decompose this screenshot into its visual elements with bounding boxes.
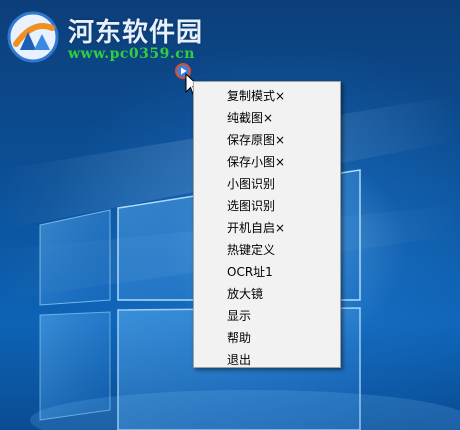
menu-item-screenshot-only[interactable]: 纯截图× [194, 107, 340, 129]
menu-item-help[interactable]: 帮助 [194, 327, 340, 349]
menu-item-exit[interactable]: 退出 [194, 349, 340, 371]
site-logo-icon [7, 11, 59, 63]
menu-item-autostart[interactable]: 开机自启× [194, 217, 340, 239]
context-menu: 复制模式× 纯截图× 保存原图× 保存小图× 小图识别 选图识别 开机自启× 热… [193, 81, 341, 368]
menu-item-save-small[interactable]: 保存小图× [194, 151, 340, 173]
menu-item-magnifier[interactable]: 放大镜 [194, 283, 340, 305]
site-watermark: 河东软件园 www.pc0359.cn [6, 10, 266, 70]
menu-item-small-image-recognition[interactable]: 小图识别 [194, 173, 340, 195]
watermark-title: 河东软件园 [68, 18, 204, 48]
menu-item-show[interactable]: 显示 [194, 305, 340, 327]
watermark-url: www.pc0359.cn [68, 46, 195, 62]
menu-item-ocr-address[interactable]: OCR址1 [194, 261, 340, 283]
menu-item-selection-recognition[interactable]: 选图识别 [194, 195, 340, 217]
menu-item-save-original[interactable]: 保存原图× [194, 129, 340, 151]
menu-item-hotkey-settings[interactable]: 热键定义 [194, 239, 340, 261]
menu-item-copy-mode[interactable]: 复制模式× [194, 85, 340, 107]
